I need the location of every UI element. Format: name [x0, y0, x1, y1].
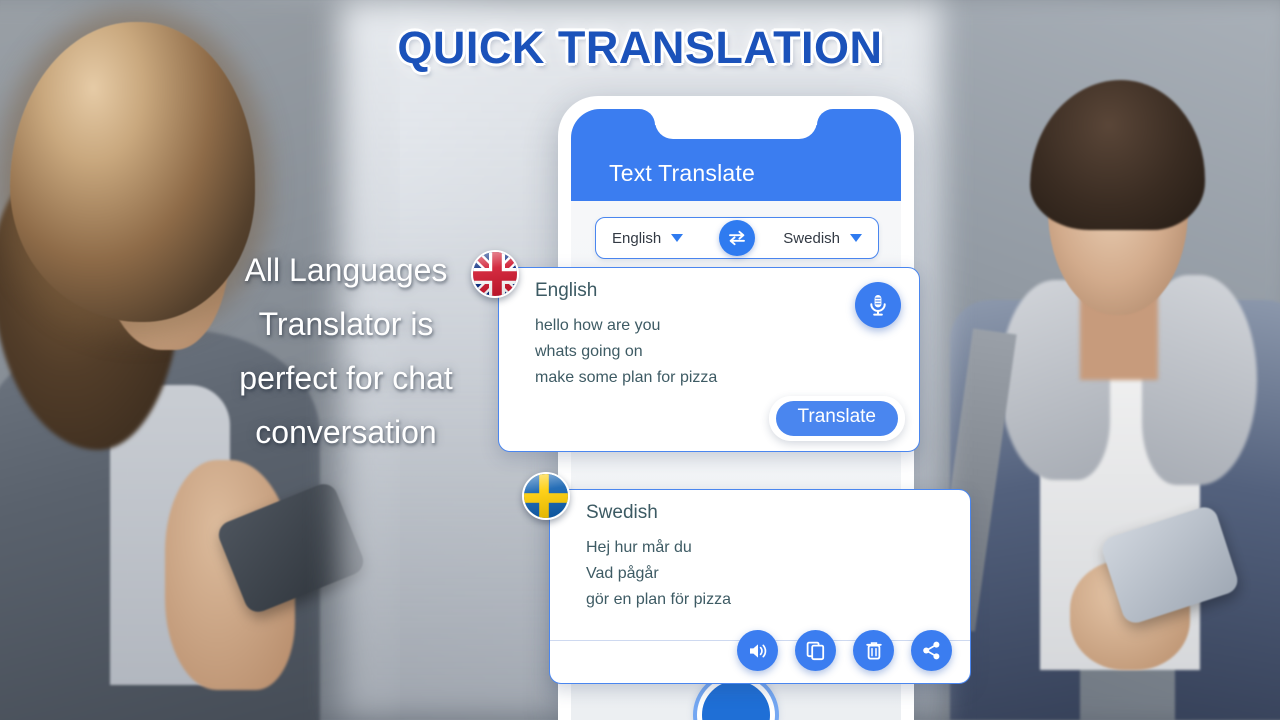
source-card-language: English [535, 280, 598, 301]
translate-button[interactable]: Translate [775, 401, 898, 436]
source-language-label: English [612, 229, 662, 247]
promo-banner: QUICK TRANSLATION All Languages Translat… [0, 0, 1280, 720]
tagline-text: All Languages Translator is perfect for … [239, 252, 453, 450]
trash-icon [865, 642, 882, 660]
translate-button-wrapper: Translate [768, 396, 905, 441]
swap-languages-button[interactable] [719, 220, 755, 256]
language-selector-bar[interactable]: English Swedish [595, 217, 879, 259]
uk-flag-icon [471, 250, 519, 298]
target-language-label: Swedish [783, 229, 840, 247]
copy-icon [806, 641, 825, 661]
photo-man-with-phone [920, 0, 1280, 720]
copy-button[interactable] [795, 630, 836, 671]
app-header: Text Translate [571, 109, 901, 201]
target-card-actions [737, 630, 952, 671]
speak-button[interactable] [737, 630, 778, 671]
delete-button[interactable] [853, 630, 894, 671]
swedish-flag-icon [522, 472, 570, 520]
page-title: QUICK TRANSLATION [397, 22, 883, 73]
app-title: Text Translate [609, 160, 755, 186]
target-card-text: Hej hur mår du Vad pågår gör en plan för… [586, 539, 731, 608]
voice-input-button[interactable] [855, 282, 901, 328]
share-button[interactable] [911, 630, 952, 671]
chevron-down-icon [671, 234, 684, 242]
speaker-icon [749, 643, 766, 658]
share-icon [923, 641, 940, 660]
phone-notch [655, 109, 817, 139]
target-language-dropdown[interactable]: Swedish [767, 230, 878, 247]
source-text-card: English hello how are you whats going on… [471, 250, 920, 452]
chevron-down-icon [850, 234, 862, 242]
microphone-icon [870, 295, 886, 316]
target-card-language: Swedish [586, 502, 658, 523]
source-card-text: hello how are you whats going on make so… [535, 317, 718, 386]
swap-horizontal-icon [729, 230, 745, 246]
target-text-card: Swedish Hej hur mår du Vad pågår gör en … [522, 472, 971, 684]
source-language-dropdown[interactable]: English [596, 230, 699, 247]
